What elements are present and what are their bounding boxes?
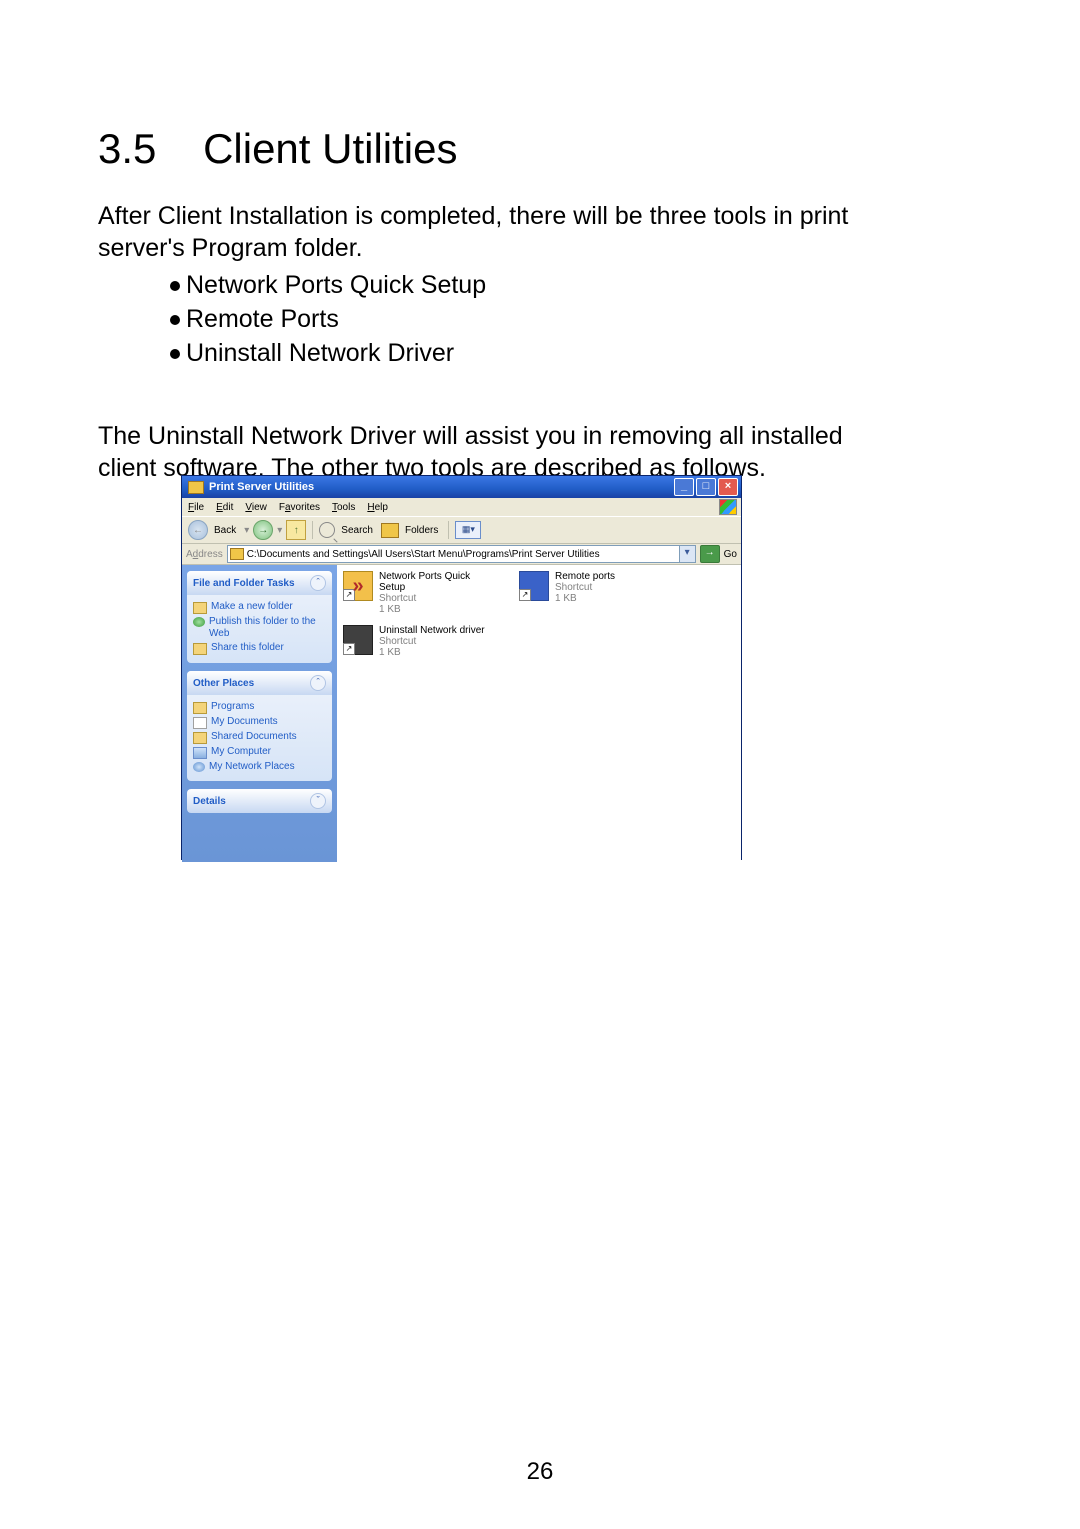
- menu-view[interactable]: View: [245, 502, 267, 513]
- address-dropdown[interactable]: ▾: [679, 546, 695, 562]
- folder-icon: [188, 481, 204, 494]
- menu-bar: File Edit View Favorites Tools Help: [182, 498, 741, 516]
- bullet-list: Network Ports Quick Setup Remote Ports U…: [170, 268, 486, 370]
- task-make-folder[interactable]: Make a new folder: [193, 601, 326, 614]
- panel-title: Details: [193, 796, 226, 807]
- bullet-item: Remote Ports: [186, 305, 339, 333]
- task-share[interactable]: Share this folder: [193, 642, 326, 655]
- bullet-icon: [170, 315, 180, 325]
- address-bar: Address C:\Documents and Settings\All Us…: [182, 544, 741, 565]
- titlebar[interactable]: Print Server Utilities _ □ ×: [182, 476, 741, 498]
- bullet-item: Uninstall Network Driver: [186, 339, 454, 367]
- file-folder-tasks-panel: File and Folder Tasks ˆ Make a new folde…: [187, 571, 332, 663]
- details-panel: Details ˇ: [187, 789, 332, 813]
- bullet-item: Network Ports Quick Setup: [186, 271, 486, 299]
- intro-paragraph: After Client Installation is completed, …: [98, 200, 888, 264]
- window-title: Print Server Utilities: [209, 481, 314, 493]
- shortcut-icon: [343, 625, 373, 655]
- place-my-computer[interactable]: My Computer: [193, 746, 326, 759]
- menu-file[interactable]: File: [188, 502, 204, 513]
- address-label: Address: [186, 549, 223, 560]
- menu-help[interactable]: Help: [367, 502, 388, 513]
- file-name: Network Ports Quick Setup: [379, 571, 493, 593]
- file-name: Uninstall Network driver: [379, 625, 485, 636]
- expand-button[interactable]: ˇ: [310, 793, 326, 809]
- menu-tools[interactable]: Tools: [332, 502, 355, 513]
- file-list[interactable]: Network Ports Quick Setup Shortcut 1 KB …: [337, 565, 741, 862]
- file-item-network-ports-quick-setup[interactable]: Network Ports Quick Setup Shortcut 1 KB: [343, 571, 493, 615]
- close-button[interactable]: ×: [718, 478, 738, 496]
- section-heading: 3.5 Client Utilities: [98, 125, 457, 173]
- panel-title: File and Folder Tasks: [193, 578, 295, 589]
- separator: [448, 521, 449, 539]
- file-item-remote-ports[interactable]: Remote ports Shortcut 1 KB: [519, 571, 669, 615]
- bullet-icon: [170, 349, 180, 359]
- go-button[interactable]: →: [700, 545, 720, 563]
- computer-icon: [193, 747, 207, 759]
- menu-edit[interactable]: Edit: [216, 502, 233, 513]
- file-item-uninstall-network-driver[interactable]: Uninstall Network driver Shortcut 1 KB: [343, 625, 493, 658]
- new-folder-icon: [193, 602, 207, 614]
- folders-label[interactable]: Folders: [405, 525, 438, 536]
- toolbar: ← Back ▾ → ▾ ↑ Search Folders ▦▾: [182, 516, 741, 544]
- shortcut-arrow-icon: [343, 643, 355, 655]
- task-pane: File and Folder Tasks ˆ Make a new folde…: [182, 565, 337, 862]
- shortcut-icon: [519, 571, 549, 601]
- heading-title: Client Utilities: [203, 125, 457, 172]
- maximize-button[interactable]: □: [696, 478, 716, 496]
- page-number: 26: [0, 1458, 1080, 1486]
- document-icon: [193, 717, 207, 729]
- back-dropdown[interactable]: ▾: [244, 525, 249, 536]
- views-button[interactable]: ▦▾: [455, 521, 481, 539]
- other-places-panel: Other Places ˆ Programs My Documents Sha…: [187, 671, 332, 781]
- folder-icon: [193, 732, 207, 744]
- up-button[interactable]: ↑: [286, 520, 306, 540]
- file-size: 1 KB: [379, 647, 485, 658]
- back-label: Back: [214, 525, 236, 536]
- shortcut-icon: [343, 571, 373, 601]
- file-type: Shortcut: [379, 636, 485, 647]
- globe-icon: [193, 617, 205, 627]
- minimize-button[interactable]: _: [674, 478, 694, 496]
- collapse-button[interactable]: ˆ: [310, 675, 326, 691]
- share-folder-icon: [193, 643, 207, 655]
- bullet-icon: [170, 281, 180, 291]
- place-shared-documents[interactable]: Shared Documents: [193, 731, 326, 744]
- separator: [312, 521, 313, 539]
- folders-icon[interactable]: [381, 523, 399, 538]
- windows-logo-icon: [719, 499, 737, 515]
- folder-icon: [193, 702, 207, 714]
- go-label: Go: [724, 549, 737, 560]
- place-my-documents[interactable]: My Documents: [193, 716, 326, 729]
- explorer-window: Print Server Utilities _ □ × File Edit V…: [181, 475, 742, 860]
- task-publish[interactable]: Publish this folder to the Web: [193, 616, 326, 640]
- file-size: 1 KB: [379, 604, 493, 615]
- network-icon: [193, 762, 205, 772]
- collapse-button[interactable]: ˆ: [310, 575, 326, 591]
- file-type: Shortcut: [555, 582, 615, 593]
- menu-favorites[interactable]: Favorites: [279, 502, 320, 513]
- place-programs[interactable]: Programs: [193, 701, 326, 714]
- forward-button[interactable]: →: [253, 520, 273, 540]
- address-path: C:\Documents and Settings\All Users\Star…: [247, 549, 600, 560]
- shortcut-arrow-icon: [343, 589, 355, 601]
- heading-number: 3.5: [98, 125, 156, 172]
- search-icon[interactable]: [319, 522, 335, 538]
- panel-title: Other Places: [193, 678, 254, 689]
- place-my-network-places[interactable]: My Network Places: [193, 761, 326, 773]
- shortcut-arrow-icon: [519, 589, 531, 601]
- forward-dropdown[interactable]: ▾: [277, 525, 282, 536]
- file-type: Shortcut: [379, 593, 493, 604]
- address-input[interactable]: C:\Documents and Settings\All Users\Star…: [227, 545, 696, 563]
- back-button[interactable]: ←: [188, 520, 208, 540]
- file-size: 1 KB: [555, 593, 615, 604]
- folder-icon: [230, 548, 244, 560]
- search-label[interactable]: Search: [341, 525, 373, 536]
- file-name: Remote ports: [555, 571, 615, 582]
